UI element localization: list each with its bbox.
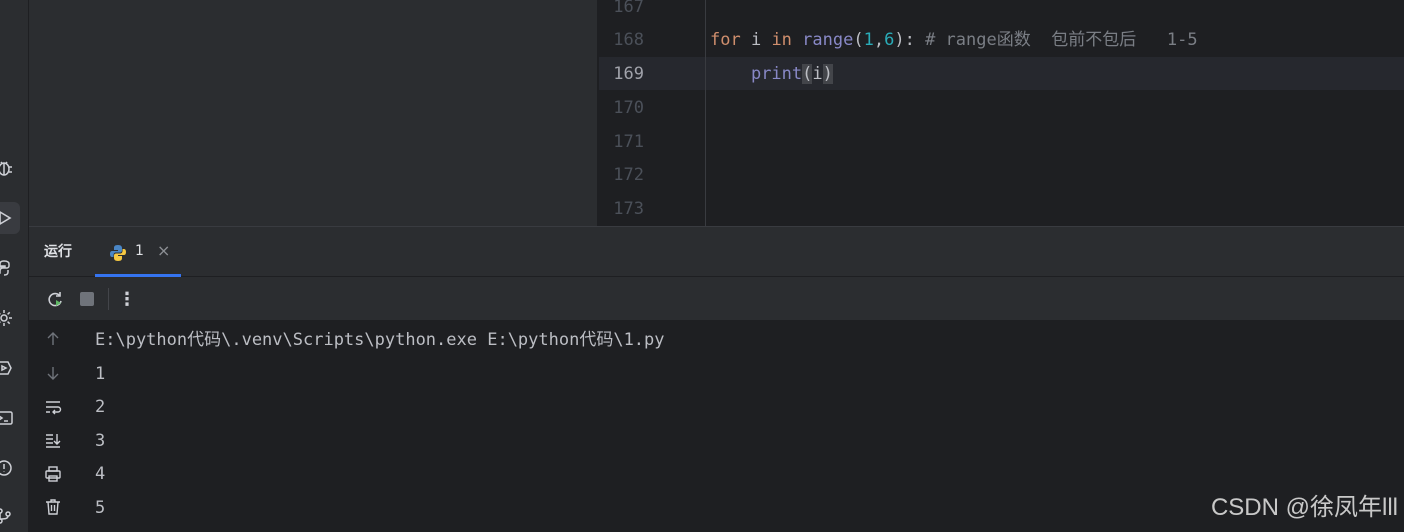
console-output-line: 1 <box>95 363 106 384</box>
number-literal: 1 <box>863 30 874 50</box>
more-options-icon[interactable]: ⋮ <box>115 287 139 311</box>
open-paren: ( <box>853 30 864 50</box>
terminal-icon[interactable] <box>0 402 20 434</box>
code-line-169[interactable]: print(i) <box>710 57 833 91</box>
debug-icon[interactable] <box>0 152 20 184</box>
matched-open-paren: ( <box>802 64 813 84</box>
close-paren-colon: ): <box>894 30 915 50</box>
project-panel <box>29 0 598 226</box>
console-output[interactable]: E:\python代码\.venv\Scripts\python.exe E:\… <box>95 324 1385 526</box>
code-line-168[interactable]: for i in range(1,6): # range函数 包前不包后 1-5 <box>710 23 1198 57</box>
run-icon[interactable] <box>0 202 20 234</box>
services-icon[interactable] <box>0 302 20 334</box>
trash-icon[interactable] <box>41 495 65 519</box>
stop-icon[interactable] <box>75 287 99 311</box>
line-number: 173 <box>613 199 644 219</box>
code-comment: # range函数 包前不包后 1-5 <box>914 30 1198 50</box>
python-icon <box>110 245 126 261</box>
line-number-gutter: 167 168 169 170 171 172 173 <box>599 0 706 226</box>
problems-icon[interactable] <box>0 452 20 484</box>
git-icon[interactable] <box>0 500 20 532</box>
soft-wrap-icon[interactable] <box>41 395 65 419</box>
scroll-to-end-icon[interactable] <box>41 428 65 452</box>
console-side-toolbar <box>29 321 77 532</box>
console-output-line: 4 <box>95 464 106 485</box>
number-literal: 6 <box>884 30 895 50</box>
run-toolbar: ⋮ <box>29 277 1404 321</box>
line-number: 171 <box>613 132 644 152</box>
argument-i: i <box>812 64 823 84</box>
run-window-title: 运行 <box>44 244 72 260</box>
console-output-line: 5 <box>95 497 106 518</box>
rerun-icon[interactable] <box>43 287 67 311</box>
line-number: 170 <box>613 98 644 118</box>
comma: , <box>873 30 885 50</box>
line-number-current: 169 <box>613 64 644 84</box>
run-tool-window: 运行 1 × ⋮ E:\python代码\.venv\Scripts\pytho… <box>29 226 1404 532</box>
builtin-range: range <box>802 30 854 50</box>
line-number: 172 <box>613 165 644 185</box>
run-configs-icon[interactable] <box>0 352 20 384</box>
run-window-header: 运行 1 × <box>29 227 1404 277</box>
run-tab-1[interactable]: 1 × <box>95 235 181 277</box>
down-arrow-icon[interactable] <box>41 361 65 385</box>
variable-i: i <box>740 30 772 50</box>
left-tool-strip <box>0 0 29 532</box>
matched-close-paren: ) <box>822 64 833 84</box>
console-output-line: 2 <box>95 397 106 418</box>
builtin-print: print <box>750 64 803 84</box>
line-number: 167 <box>613 0 644 17</box>
close-tab-icon[interactable]: × <box>157 241 170 260</box>
run-tab-label: 1 <box>135 243 144 259</box>
line-number: 168 <box>613 30 644 50</box>
console-output-line: 3 <box>95 430 106 451</box>
up-arrow-icon[interactable] <box>41 327 65 351</box>
python-packages-icon[interactable] <box>0 252 20 284</box>
watermark: CSDN @徐凤年lll <box>1210 494 1398 521</box>
keyword-in: in <box>771 30 792 50</box>
console-command-line: E:\python代码\.venv\Scripts\python.exe E:\… <box>95 330 665 350</box>
keyword-for: for <box>710 30 741 50</box>
code-editor[interactable]: 167 168 169 170 171 172 173 for i in ran… <box>599 0 1404 226</box>
print-icon[interactable] <box>41 462 65 486</box>
toolbar-separator <box>108 288 109 310</box>
